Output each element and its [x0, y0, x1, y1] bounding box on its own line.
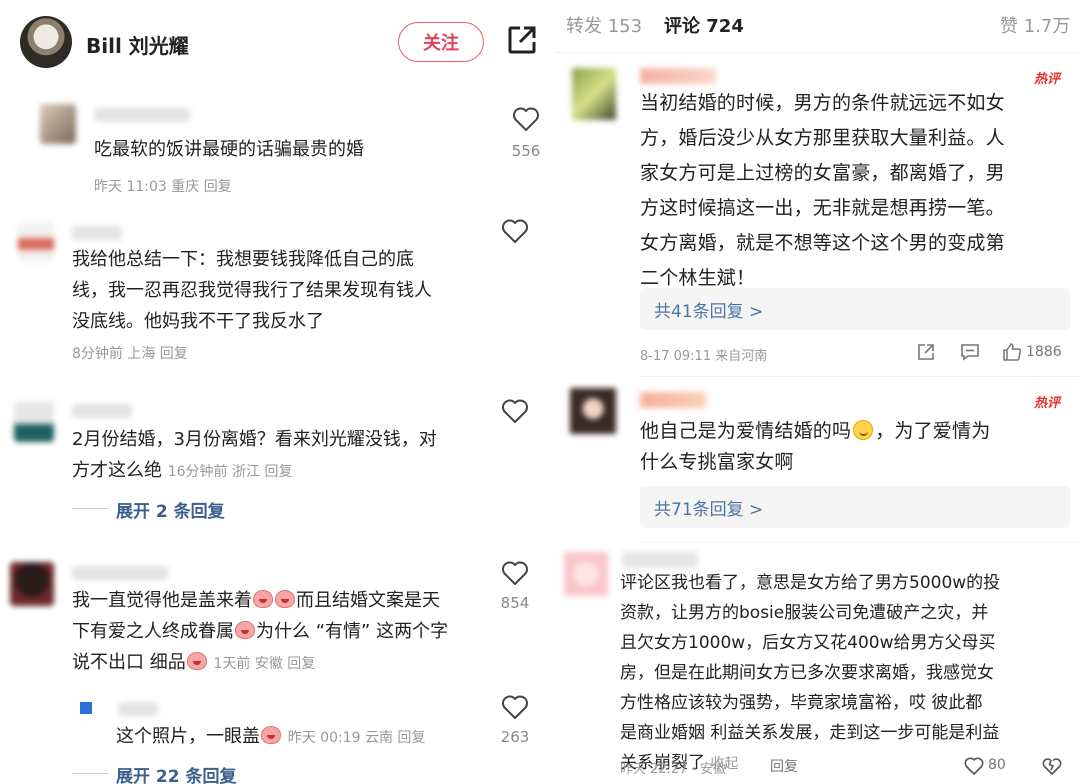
comment-text-fragment: ，为了爱情为: [875, 420, 991, 442]
crying-emoji-icon: [235, 621, 255, 639]
tab-comment[interactable]: 评论 724: [664, 12, 744, 38]
commenter-name[interactable]: [640, 68, 716, 84]
comment-text-line: 2月份结婚，3月份离婚？看来刘光耀没钱，对: [72, 429, 437, 450]
pig-emoji-icon: [253, 590, 273, 608]
view-replies-button[interactable]: 共41条回复 >: [640, 288, 1070, 330]
comment-text-line: 没底线。他妈我不干了我反水了: [72, 311, 324, 332]
expand-divider: [72, 508, 108, 509]
comment-text-line: 方才这么绝 16分钟前 浙江 回复: [72, 455, 292, 488]
crying-emoji-icon: [261, 726, 281, 744]
comment-text-fragment: 我一直觉得他是盖来着: [72, 590, 252, 611]
comment-text-line: 且欠女方1000w，后女方又花400w给男方父母买: [620, 633, 996, 653]
like-count: 263: [500, 728, 530, 746]
like-heart-icon[interactable]: [964, 756, 984, 776]
comment-text: 吃最软的饭讲最硬的话骗最贵的婚: [94, 139, 364, 160]
tab-repost[interactable]: 转发 153: [566, 12, 642, 38]
comment-divider: [640, 376, 1080, 377]
commenter-name[interactable]: [94, 108, 190, 122]
comment-text-line: 当初结婚的时候，男方的条件就远远不如女: [640, 92, 1005, 114]
like-heart-icon[interactable]: [501, 218, 529, 244]
author-avatar[interactable]: [20, 16, 72, 68]
pig-emoji-icon: [275, 590, 295, 608]
like-count: 80: [988, 757, 1006, 773]
commenter-name[interactable]: [622, 552, 698, 568]
like-count: 1886: [1026, 344, 1062, 360]
tab-likes[interactable]: 赞 1.7万: [1000, 12, 1070, 38]
commenter-avatar[interactable]: [564, 552, 608, 596]
right-comment-panel: 转发 153 评论 724 赞 1.7万 热评 当初结婚的时候，男方的条件就远远…: [556, 0, 1080, 784]
comment-body: 当初结婚的时候，男方的条件就远远不如女 方，婚后没少从女方那里获取大量利益。人 …: [640, 86, 1005, 296]
follow-button[interactable]: 关注: [398, 22, 484, 62]
comment-text-line: 什么专挑富家女啊: [640, 451, 794, 473]
comment-icon[interactable]: [960, 342, 980, 362]
comment-text-line: 资款，让男方的bosie服装公司免遭破产之灾，并: [620, 603, 989, 623]
commenter-name[interactable]: [72, 404, 132, 418]
comment-text-fragment: 为什么 “有情” 这两个字: [256, 621, 449, 642]
comment-text-line: 我一直觉得他是盖来着 而且结婚文案是天: [72, 585, 440, 616]
view-replies-button[interactable]: 共71条回复 >: [640, 486, 1070, 528]
comment-text-fragment: 说不出口 细品: [72, 652, 186, 673]
comment-meta: 昨天 22:27 · 安徽: [620, 762, 726, 777]
smile-emoji-icon: [853, 420, 874, 440]
commenter-name[interactable]: [640, 392, 706, 408]
like-count: 556: [511, 142, 541, 160]
pig-emoji-icon: [186, 652, 207, 670]
comment-text-line: 方性格应该较为强势，毕竟家境富裕，哎 彼此都: [620, 693, 983, 713]
thumbs-up-icon[interactable]: [1002, 342, 1022, 362]
comment-text-line: 女方离婚，就是不想等这个这个男的变成第: [640, 232, 1005, 254]
reply-text: 这个照片，一眼盖: [116, 726, 260, 747]
expand-replies-link[interactable]: 展开 2 条回复: [116, 497, 225, 522]
comment-text-fragment: 他自己是为爱情结婚的吗: [640, 420, 852, 442]
left-comment-panel: Bill 刘光耀 关注 吃最软的饭讲最硬的话骗最贵的婚 昨天 11:03 重庆 …: [0, 0, 552, 784]
like-heart-icon[interactable]: [501, 398, 529, 424]
comment-meta: 16分钟前 浙江 回复: [167, 464, 293, 480]
comment-text-line: 方这时候搞这一出，无非就是想再捞一笔。: [640, 197, 1005, 219]
comment-text-line: 家女方可是上过榜的女富豪，都离婚了，男: [640, 162, 1005, 184]
commenter-avatar[interactable]: [570, 388, 616, 434]
reply-button[interactable]: 回复: [770, 756, 798, 776]
comment-text-line: 方，婚后没少从女方那里获取大量利益。人: [640, 127, 1005, 149]
commenter-avatar[interactable]: [18, 222, 54, 262]
comment-meta: 8-17 09:11 来自河南: [640, 349, 768, 364]
comment-text-line: 是商业婚姻 利益关系发展，走到这一步可能是利益: [620, 723, 1000, 743]
expand-replies-link[interactable]: 展开 22 条回复: [116, 762, 237, 784]
like-heart-icon[interactable]: [501, 694, 529, 720]
comment-divider: [640, 542, 1080, 543]
reply-avatar[interactable]: [80, 702, 92, 714]
comment-text-line: 我给他总结一下：我想要钱我降低自己的底: [72, 249, 414, 270]
repost-icon[interactable]: [916, 342, 936, 362]
comment-text-line: 房，但是在此期间女方已多次要求离婚，我感觉女: [620, 663, 994, 683]
share-icon[interactable]: [506, 24, 538, 56]
reply-name[interactable]: [118, 702, 158, 716]
like-heart-icon[interactable]: [501, 560, 529, 586]
comment-text-line: 他自己是为爱情结婚的吗 ，为了爱情为: [640, 414, 990, 449]
hot-comment-badge: 热评: [1034, 396, 1061, 411]
comment-text-line: 评论区我也看了，意思是女方给了男方5000w的投: [620, 573, 1001, 593]
comment-text-line: 下有爱之人终成眷属 为什么 “有情” 这两个字: [72, 616, 448, 647]
expand-divider: [72, 773, 108, 774]
reply-meta: 昨天 00:19 云南 回复: [287, 730, 426, 746]
commenter-avatar[interactable]: [40, 104, 76, 144]
comment-text-line: 线，我一忍再忍我觉得我行了结果发现有钱人: [72, 280, 432, 301]
commenter-avatar[interactable]: [10, 562, 54, 606]
commenter-name[interactable]: [72, 226, 122, 240]
commenter-avatar[interactable]: [572, 68, 616, 120]
comment-body: 评论区我也看了，意思是女方给了男方5000w的投 资款，让男方的bosie服装公…: [620, 568, 1000, 779]
like-count: 854: [500, 594, 530, 612]
commenter-avatar[interactable]: [14, 402, 54, 442]
comment-meta: 1天前 安徽 回复: [213, 656, 316, 672]
reply-text-line: 这个照片，一眼盖 昨天 00:19 云南 回复: [116, 721, 425, 754]
comment-text-line: 说不出口 细品 1天前 安徽 回复: [72, 647, 315, 680]
comment-text-fragment: 下有爱之人终成眷属: [72, 621, 234, 642]
hot-comment-badge: 热评: [1034, 72, 1061, 87]
comment-text-fragment: 方才这么绝: [72, 460, 162, 481]
like-heart-icon[interactable]: [512, 106, 540, 132]
commenter-name[interactable]: [72, 566, 168, 580]
tab-underline-divider: [556, 52, 1080, 53]
author-name[interactable]: Bill 刘光耀: [86, 30, 189, 59]
comment-meta: 昨天 11:03 重庆 回复: [94, 179, 232, 195]
broken-heart-icon[interactable]: [1042, 756, 1062, 776]
comment-text-fragment: 而且结婚文案是天: [296, 590, 440, 611]
comment-meta: 8分钟前 上海 回复: [72, 346, 188, 362]
